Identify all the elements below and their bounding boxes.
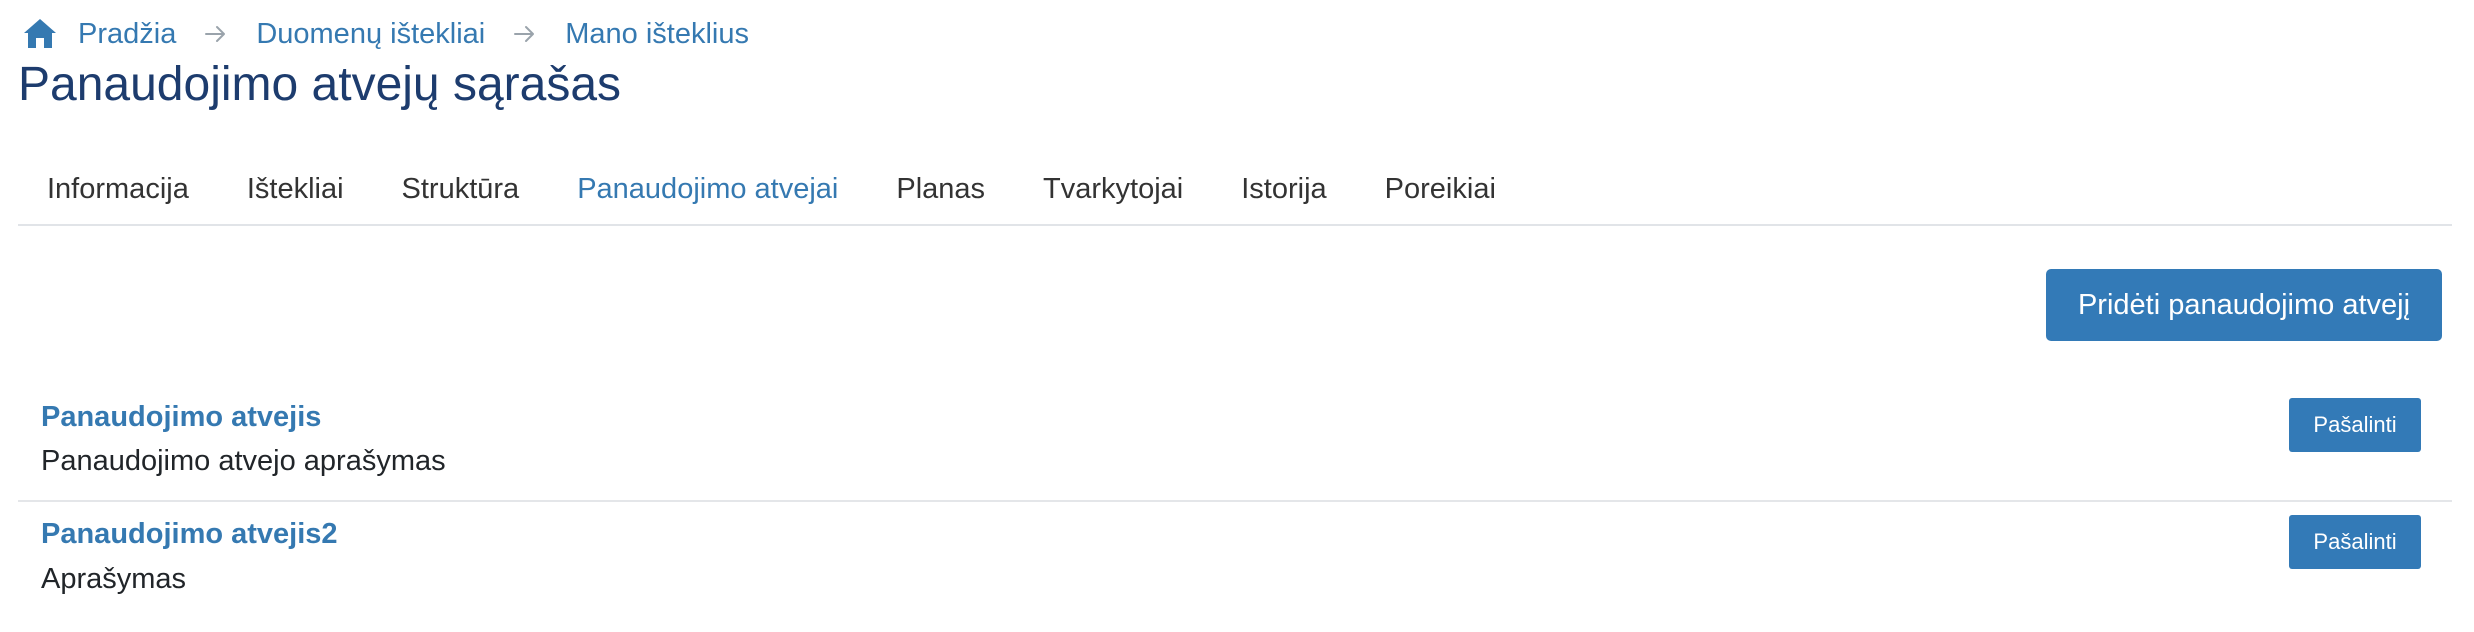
breadcrumb-link-home[interactable]: Pradžia xyxy=(78,18,176,51)
arrow-right-icon xyxy=(512,21,538,47)
add-usecase-button[interactable]: Pridėti panaudojimo atvejį xyxy=(2046,269,2442,341)
delete-button[interactable]: Pašalinti xyxy=(2289,398,2421,452)
tab-tvarkytojai[interactable]: Tvarkytojai xyxy=(1014,160,1212,224)
tab-bar: Informacija Ištekliai Struktūra Panaudoj… xyxy=(18,160,2452,226)
tab-panaudojimo-atvejai[interactable]: Panaudojimo atvejai xyxy=(548,160,867,224)
usecase-description: Aprašymas xyxy=(41,563,187,595)
tab-istekliai[interactable]: Ištekliai xyxy=(218,160,373,224)
divider xyxy=(18,500,2452,502)
usecase-title-link[interactable]: Panaudojimo atvejis xyxy=(41,401,321,434)
tab-informacija[interactable]: Informacija xyxy=(18,160,218,224)
usecase-title-link[interactable]: Panaudojimo atvejis2 xyxy=(41,518,338,551)
home-icon[interactable] xyxy=(22,16,58,52)
delete-button[interactable]: Pašalinti xyxy=(2289,515,2421,569)
breadcrumb-link-my-dataset[interactable]: Mano išteklius xyxy=(565,18,749,51)
usecase-description: Panaudojimo atvejo aprašymas xyxy=(41,445,446,477)
tab-istorija[interactable]: Istorija xyxy=(1212,160,1355,224)
arrow-right-icon xyxy=(203,21,229,47)
breadcrumb-link-datasets[interactable]: Duomenų ištekliai xyxy=(256,18,485,51)
tab-struktura[interactable]: Struktūra xyxy=(373,160,549,224)
tab-poreikiai[interactable]: Poreikiai xyxy=(1356,160,1525,224)
page-title: Panaudojimo atvejų sąrašas xyxy=(18,58,622,111)
tab-planas[interactable]: Planas xyxy=(867,160,1014,224)
breadcrumb: Pradžia Duomenų ištekliai Mano išteklius xyxy=(22,14,749,54)
